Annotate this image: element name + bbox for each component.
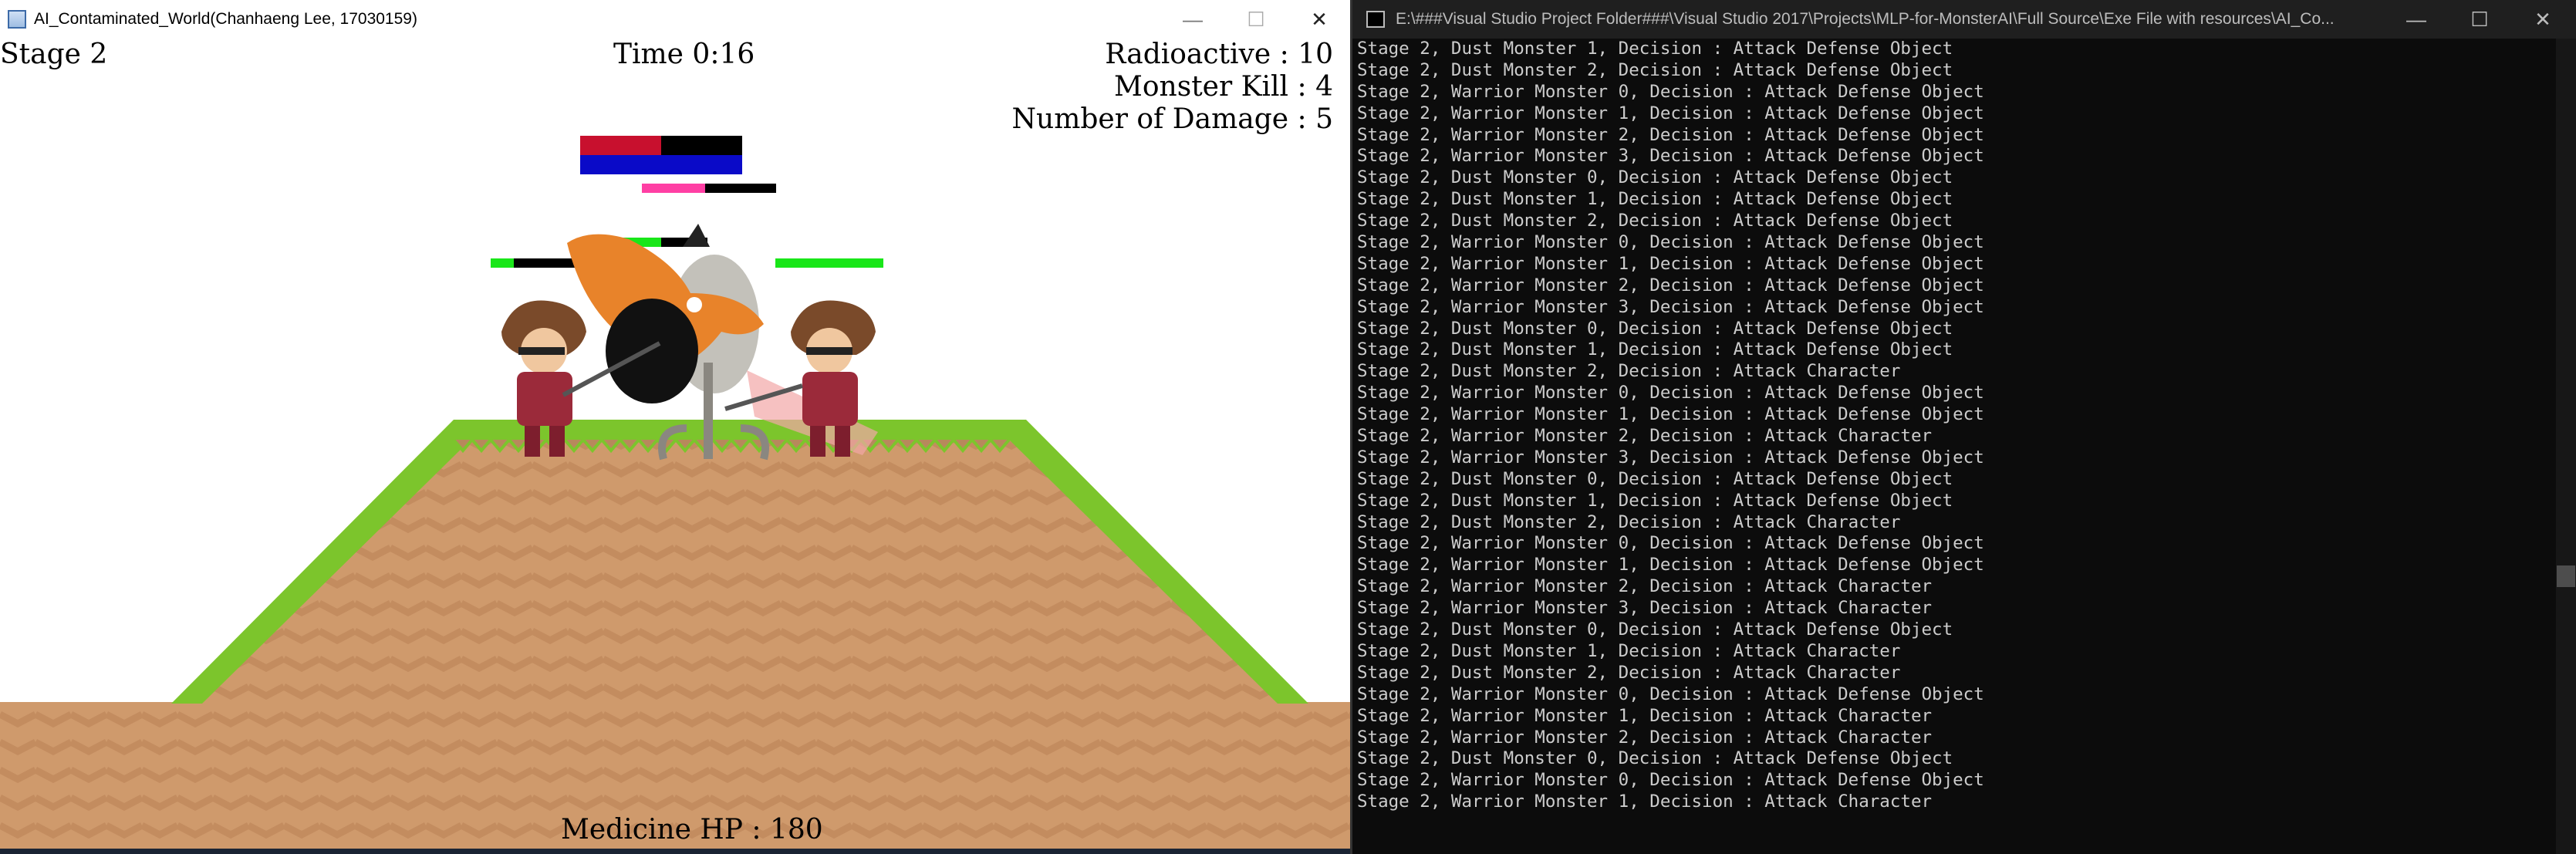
console-line: Stage 2, Warrior Monster 2, Decision : A…: [1357, 727, 1933, 748]
console-line: Stage 2, Warrior Monster 3, Decision : A…: [1357, 598, 1933, 619]
console-line: Stage 2, Dust Monster 2, Decision : Atta…: [1357, 361, 1901, 382]
console-minimize-button[interactable]: —: [2385, 0, 2448, 39]
boss-hp-bar-red: [580, 136, 661, 155]
console-line: Stage 2, Warrior Monster 3, Decision : A…: [1357, 447, 1984, 468]
time-label: Time 0:16: [613, 39, 755, 70]
console-line: Stage 2, Dust Monster 2, Decision : Atta…: [1357, 59, 1953, 80]
console-line: Stage 2, Warrior Monster 1, Decision : A…: [1357, 792, 1933, 812]
minimize-button[interactable]: —: [1161, 0, 1224, 39]
console-line: Stage 2, Warrior Monster 0, Decision : A…: [1357, 81, 1984, 102]
console-line: Stage 2, Warrior Monster 2, Decision : A…: [1357, 576, 1933, 597]
console-line: Stage 2, Warrior Monster 2, Decision : A…: [1357, 124, 1984, 145]
console-line: Stage 2, Dust Monster 1, Decision : Atta…: [1357, 39, 1953, 59]
warrior-right-hp-bar: [775, 258, 883, 268]
console-line: Stage 2, Warrior Monster 1, Decision : A…: [1357, 404, 1984, 425]
console-line: Stage 2, Dust Monster 1, Decision : Atta…: [1357, 189, 1953, 210]
console-line: Stage 2, Dust Monster 1, Decision : Atta…: [1357, 490, 1953, 511]
console-maximize-button[interactable]: ☐: [2448, 0, 2511, 39]
console-line: Stage 2, Dust Monster 1, Decision : Atta…: [1357, 640, 1901, 661]
console-window-title: E:\###Visual Studio Project Folder###\Vi…: [1396, 10, 2335, 28]
monster-kill-label: Monster Kill : 4: [1114, 71, 1333, 103]
console-line: Stage 2, Warrior Monster 0, Decision : A…: [1357, 232, 1984, 253]
console-line: Stage 2, Warrior Monster 2, Decision : A…: [1357, 426, 1933, 447]
console-line: Stage 2, Dust Monster 2, Decision : Atta…: [1357, 511, 1901, 532]
console-line: Stage 2, Dust Monster 0, Decision : Atta…: [1357, 167, 1953, 188]
maximize-button[interactable]: ☐: [1224, 0, 1288, 39]
console-line: Stage 2, Dust Monster 2, Decision : Atta…: [1357, 662, 1901, 683]
hill-dirt: [202, 440, 1278, 704]
game-window: AI_Contaminated_World(Chanhaeng Lee, 170…: [0, 0, 1352, 854]
console-line: Stage 2, Dust Monster 2, Decision : Atta…: [1357, 211, 1953, 231]
console-line: Stage 2, Warrior Monster 0, Decision : A…: [1357, 533, 1984, 554]
radioactive-label: Radioactive : 10: [1105, 39, 1333, 70]
console-line: Stage 2, Warrior Monster 1, Decision : A…: [1357, 705, 1933, 726]
damage-count-label: Number of Damage : 5: [1011, 103, 1333, 135]
boss-hp-bar-blue: [580, 155, 742, 174]
console-line: Stage 2, Dust Monster 0, Decision : Atta…: [1357, 318, 1953, 339]
console-window: E:\###Visual Studio Project Folder###\Vi…: [1352, 0, 2576, 854]
console-line: Stage 2, Warrior Monster 3, Decision : A…: [1357, 146, 1984, 167]
game-scene: [0, 136, 1350, 854]
game-titlebar[interactable]: AI_Contaminated_World(Chanhaeng Lee, 170…: [0, 0, 1350, 39]
console-scrollbar[interactable]: [2556, 39, 2576, 854]
console-line: Stage 2, Warrior Monster 1, Decision : A…: [1357, 103, 1984, 123]
console-line: Stage 2, Warrior Monster 1, Decision : A…: [1357, 253, 1984, 274]
console-app-icon: [1366, 11, 1385, 28]
console-scroll-thumb[interactable]: [2557, 565, 2575, 587]
app-window-icon: [8, 10, 26, 29]
console-line: Stage 2, Dust Monster 0, Decision : Atta…: [1357, 619, 1953, 640]
console-line: Stage 2, Warrior Monster 0, Decision : A…: [1357, 383, 1984, 403]
game-window-title: AI_Contaminated_World(Chanhaeng Lee, 170…: [34, 10, 417, 28]
console-line: Stage 2, Warrior Monster 0, Decision : A…: [1357, 770, 1984, 791]
console-line: Stage 2, Dust Monster 0, Decision : Atta…: [1357, 748, 1953, 769]
medicine-hp-label: Medicine HP : 180: [561, 814, 823, 846]
console-output[interactable]: Stage 2, Dust Monster 1, Decision : Atta…: [1354, 39, 2545, 854]
pink-hp-bar-empty: [705, 184, 776, 193]
console-line: Stage 2, Warrior Monster 1, Decision : A…: [1357, 555, 1984, 576]
taskbar-strip: [0, 849, 1350, 854]
console-titlebar[interactable]: E:\###Visual Studio Project Folder###\Vi…: [1352, 0, 2576, 39]
stage-label: Stage 2: [0, 39, 108, 70]
pink-hp-bar: [642, 184, 705, 193]
game-canvas[interactable]: Stage 2 Time 0:16 Radioactive : 10 Monst…: [0, 39, 1350, 854]
boss-hp-bar-black: [661, 136, 742, 155]
console-line: Stage 2, Dust Monster 1, Decision : Atta…: [1357, 339, 1953, 360]
warrior-left-hp-bar: [491, 258, 514, 268]
console-line: Stage 2, Dust Monster 0, Decision : Atta…: [1357, 468, 1953, 489]
console-close-button[interactable]: ✕: [2511, 0, 2574, 39]
console-line: Stage 2, Warrior Monster 3, Decision : A…: [1357, 296, 1984, 317]
console-line: Stage 2, Warrior Monster 0, Decision : A…: [1357, 684, 1984, 704]
console-line: Stage 2, Warrior Monster 2, Decision : A…: [1357, 275, 1984, 295]
close-button[interactable]: ✕: [1288, 0, 1350, 39]
